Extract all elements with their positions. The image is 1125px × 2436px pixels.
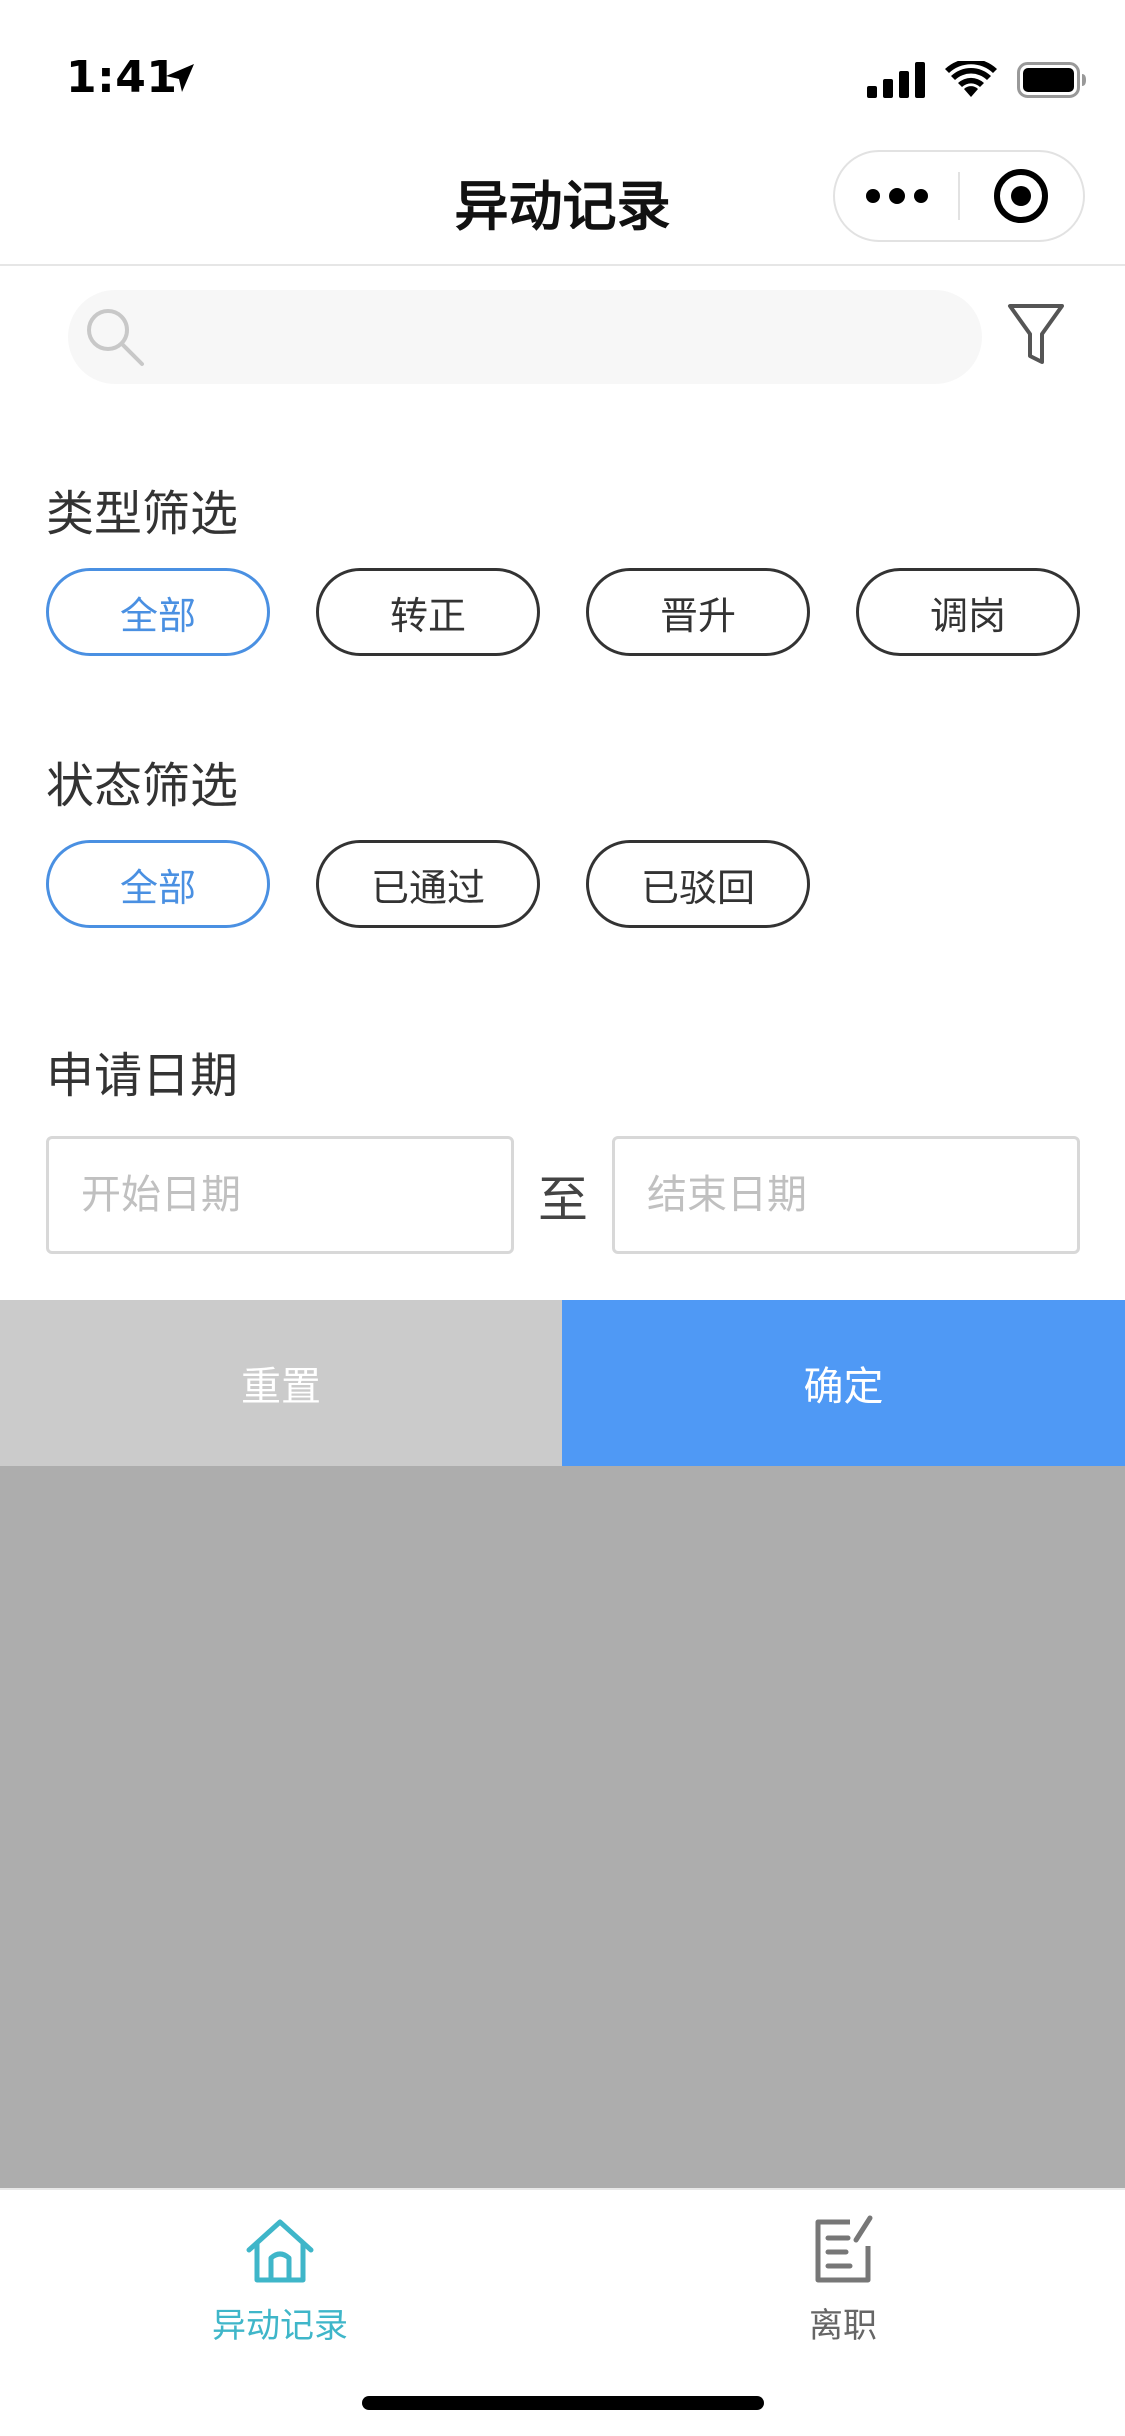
tab-label-change-records: 异动记录 [212,2306,348,2346]
type-chip-promotion[interactable]: 晋升 [586,568,810,656]
end-date-input[interactable] [612,1136,1080,1254]
status-indicators [867,60,1087,100]
type-filter-title: 类型筛选 [46,486,239,542]
confirm-button[interactable]: 确定 [562,1300,1125,1466]
type-chip-regularization[interactable]: 转正 [316,568,540,656]
navigation-bar: 异动记录 [0,132,1125,266]
date-filter-title: 申请日期 [46,1048,239,1104]
mini-program-capsule [833,150,1085,242]
dim-overlay[interactable] [0,1466,1125,2188]
tab-label-resignation: 离职 [809,2306,877,2346]
date-range-row: 至 [46,1136,1080,1254]
target-close-icon [994,169,1049,223]
status-chip-all[interactable]: 全部 [46,840,270,928]
reset-button[interactable]: 重置 [0,1300,562,1466]
type-filter-options: 全部 转正 晋升 调岗 [46,568,1080,656]
tab-resignation[interactable]: 离职 [693,2212,993,2347]
status-time: 1:41 [66,52,178,103]
tab-change-records[interactable]: 异动记录 [130,2212,430,2347]
filter-actions: 重置 确定 [0,1300,1125,1466]
cellular-signal-icon [867,62,925,98]
more-dots-icon [865,188,928,204]
search-input[interactable] [164,290,968,386]
close-mini-program-button[interactable] [960,152,1083,240]
filter-funnel-icon[interactable] [1006,300,1066,370]
home-icon [246,2219,314,2283]
wifi-icon [945,61,997,97]
status-bar: 1:41 [0,0,1125,132]
status-filter-title: 状态筛选 [46,758,239,814]
date-range-separator: 至 [538,1171,588,1229]
home-indicator [362,2396,764,2410]
edit-icon [815,2215,873,2283]
type-chip-transfer[interactable]: 调岗 [856,568,1080,656]
filter-panel: 类型筛选 全部 转正 晋升 调岗 状态筛选 全部 已通过 已驳回 申请日期 至 [0,406,1125,1300]
more-button[interactable] [835,152,958,240]
start-date-input[interactable] [46,1136,514,1254]
status-chip-rejected[interactable]: 已驳回 [586,840,810,928]
status-filter-options: 全部 已通过 已驳回 [46,840,810,928]
location-arrow-icon [166,64,194,92]
search-box [68,290,982,386]
status-chip-approved[interactable]: 已通过 [316,840,540,928]
search-icon [87,309,144,366]
battery-icon [1017,62,1086,98]
search-row [0,266,1125,406]
type-chip-all[interactable]: 全部 [46,568,270,656]
